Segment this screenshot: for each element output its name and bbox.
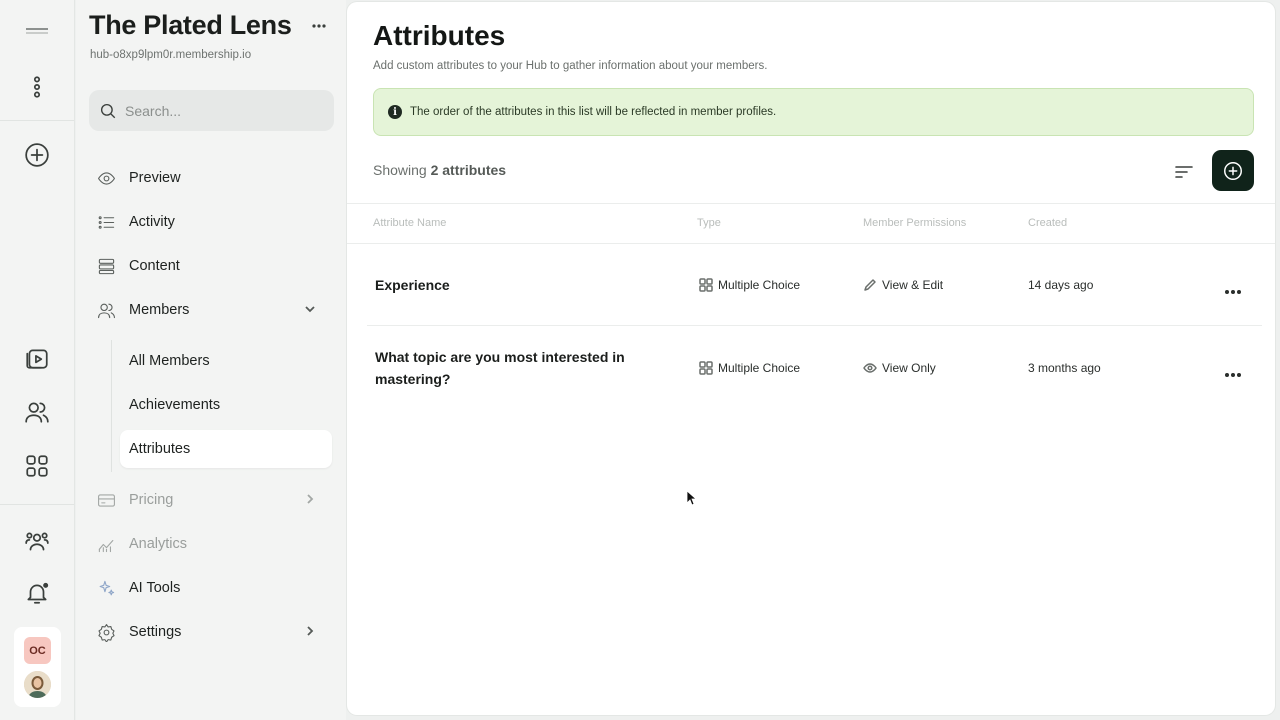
sidebar-item-label: Achievements <box>129 397 221 413</box>
column-header-created[interactable]: Created <box>1028 217 1067 229</box>
attribute-name[interactable]: What topic are you most interested in ma… <box>375 346 645 390</box>
apps-grid-icon[interactable] <box>22 451 52 481</box>
sidebar-item-label: Content <box>129 258 180 274</box>
gear-icon <box>96 622 116 642</box>
result-count-value: 2 attributes <box>430 162 507 178</box>
multiple-choice-icon <box>699 278 713 292</box>
sidebar-item-label: All Members <box>129 353 210 369</box>
attribute-created: 3 months ago <box>1028 361 1101 375</box>
account-switcher: OC <box>14 627 61 707</box>
chevron-down-icon[interactable] <box>304 303 316 315</box>
sidebar-item-label: Pricing <box>129 492 174 508</box>
attribute-type: Multiple Choice <box>699 361 800 375</box>
plus-circle-icon <box>1224 161 1242 180</box>
attribute-type: Multiple Choice <box>699 278 800 292</box>
more-vertical-icon[interactable] <box>22 72 52 102</box>
eye-icon <box>96 168 116 188</box>
more-horizontal-icon[interactable] <box>1224 365 1242 377</box>
sidebar: The Plated Lens hub-o8xp9lpm0r.membershi… <box>76 0 346 720</box>
more-horizontal-icon[interactable] <box>1224 282 1242 294</box>
multiple-choice-icon <box>699 361 713 375</box>
sidebar-item-settings[interactable]: Settings <box>96 614 328 650</box>
sidebar-item-label: Activity <box>129 214 175 230</box>
sidebar-item-activity[interactable]: Activity <box>96 204 328 240</box>
analytics-icon <box>96 534 116 554</box>
chevron-right-icon[interactable] <box>304 493 316 505</box>
team-icon[interactable] <box>22 526 52 556</box>
info-banner-text: The order of the attributes in this list… <box>410 106 777 118</box>
sidebar-item-attributes[interactable]: Attributes <box>120 430 332 468</box>
sidebar-item-label: Preview <box>129 170 181 186</box>
sidebar-item-content[interactable]: Content <box>96 248 328 284</box>
search-placeholder: Search... <box>125 102 182 119</box>
search-icon <box>100 103 116 118</box>
video-library-icon[interactable] <box>22 343 52 373</box>
sidebar-item-preview[interactable]: Preview <box>96 160 328 196</box>
content-stack-icon <box>96 256 116 276</box>
sidebar-item-ai-tools[interactable]: AI Tools <box>96 570 328 606</box>
divider <box>367 325 1262 326</box>
attribute-name[interactable]: Experience <box>375 274 645 296</box>
page-title: Attributes <box>373 20 506 51</box>
subnav-divider <box>111 340 112 472</box>
attribute-created: 14 days ago <box>1028 278 1094 292</box>
column-header-name[interactable]: Attribute Name <box>373 217 446 229</box>
user-avatar[interactable] <box>24 671 51 698</box>
chevron-right-icon[interactable] <box>304 625 316 637</box>
community-icon[interactable] <box>22 397 52 427</box>
attribute-permission: View Only <box>863 361 936 375</box>
credit-card-icon <box>96 490 116 510</box>
hub-url: hub-o8xp9lpm0r.membership.io <box>90 49 252 61</box>
info-banner: i The order of the attributes in this li… <box>373 88 1254 136</box>
sidebar-item-pricing[interactable]: Pricing <box>96 482 328 518</box>
column-header-type[interactable]: Type <box>697 217 721 229</box>
main-panel: Attributes Add custom attributes to your… <box>347 2 1275 715</box>
sidebar-item-achievements[interactable]: Achievements <box>120 386 332 424</box>
sidebar-item-label: Settings <box>129 624 182 640</box>
sidebar-item-label: Attributes <box>129 441 191 457</box>
mouse-cursor-icon <box>686 490 698 506</box>
result-count: Showing 2 attributes <box>373 162 507 178</box>
sidebar-item-analytics[interactable]: Analytics <box>96 526 328 562</box>
add-hub-icon[interactable] <box>22 140 52 170</box>
sidebar-item-label: Analytics <box>129 536 188 552</box>
pencil-icon <box>864 279 876 291</box>
avatar[interactable]: OC <box>24 637 51 664</box>
hub-title[interactable]: The Plated Lens <box>89 10 292 41</box>
sidebar-item-all-members[interactable]: All Members <box>120 342 332 380</box>
attribute-permission: View & Edit <box>863 278 943 292</box>
sidebar-item-label: Members <box>129 302 190 318</box>
sparkles-icon <box>96 578 116 598</box>
sort-icon[interactable] <box>1173 161 1195 183</box>
members-icon <box>96 300 116 320</box>
column-header-permissions[interactable]: Member Permissions <box>863 217 966 229</box>
eye-icon <box>863 363 877 373</box>
sidebar-item-members[interactable]: Members <box>96 292 328 328</box>
sidebar-item-label: AI Tools <box>129 580 181 596</box>
divider <box>347 243 1275 244</box>
more-horizontal-icon[interactable] <box>312 16 326 28</box>
page-subtitle: Add custom attributes to your Hub to gat… <box>373 60 768 72</box>
app-rail: OC <box>0 0 75 720</box>
search-input[interactable]: Search... <box>89 90 334 131</box>
divider <box>347 203 1275 204</box>
add-attribute-button[interactable] <box>1212 150 1254 191</box>
activity-list-icon <box>96 212 116 232</box>
app-logo[interactable] <box>26 28 48 34</box>
notifications-bell-icon[interactable] <box>22 578 52 608</box>
info-icon: i <box>388 105 402 119</box>
